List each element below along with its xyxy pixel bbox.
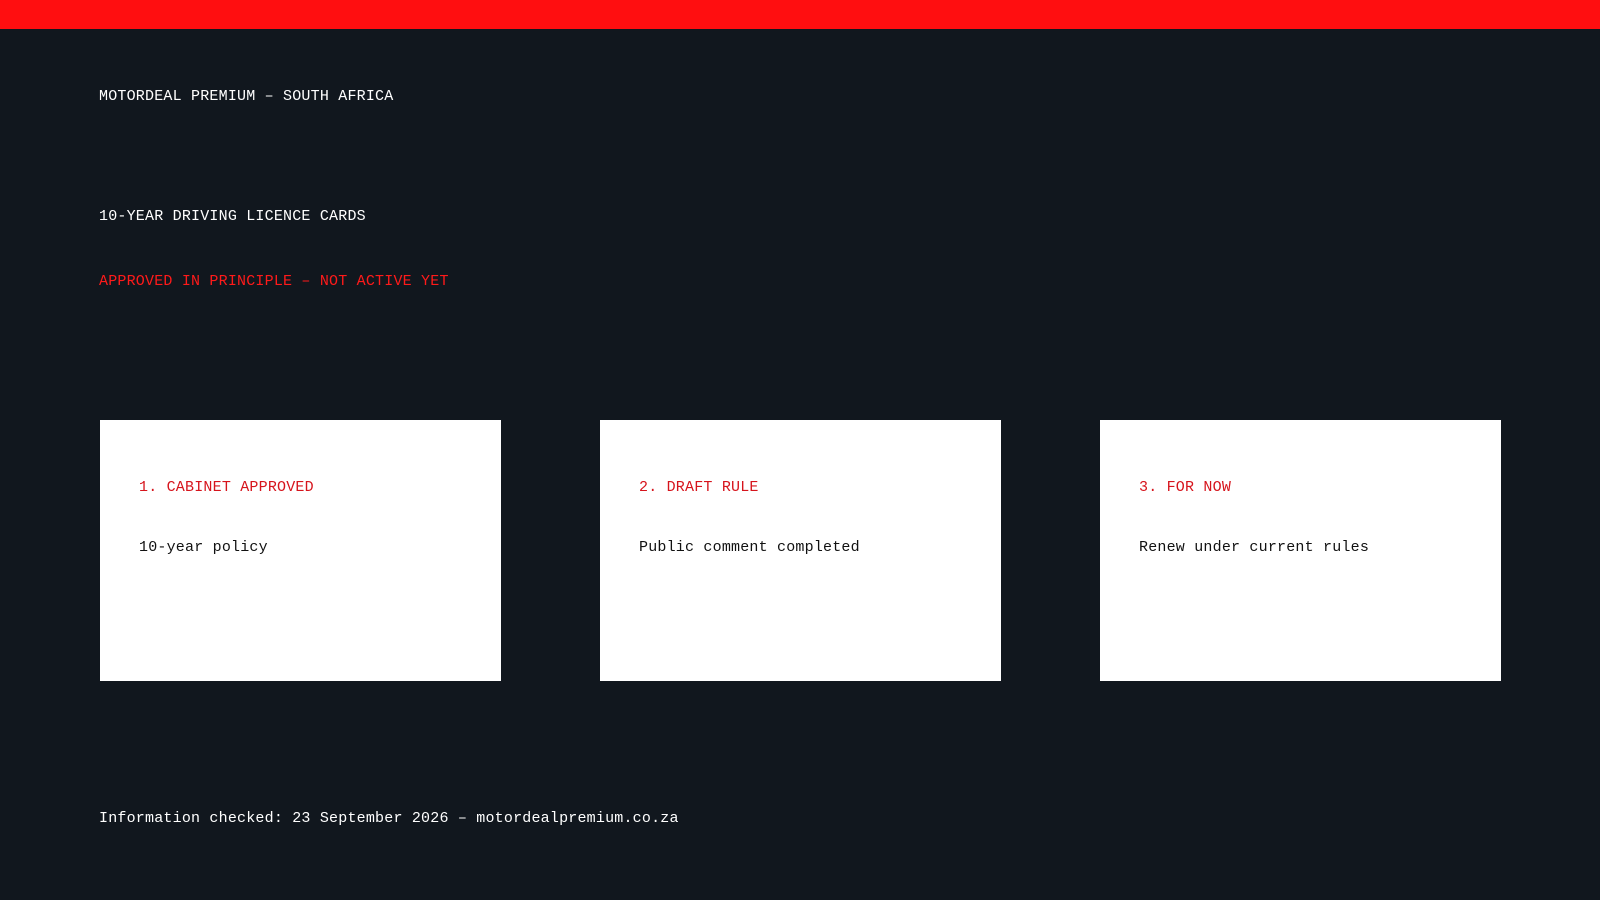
steps-card-list: 1. CABINET APPROVED 10-year policy 2. DR… [100,420,1501,681]
card-body: Public comment completed [639,539,860,556]
step-card-for-now: 3. FOR NOW Renew under current rules [1100,420,1501,681]
card-body: 10-year policy [139,539,268,556]
card-body: Renew under current rules [1139,539,1370,556]
brand-title: MOTORDEAL PREMIUM – SOUTH AFRICA [99,88,394,105]
step-card-draft-rule: 2. DRAFT RULE Public comment completed [600,420,1001,681]
footer-note: Information checked: 23 September 2026 –… [99,810,679,827]
card-title: 1. CABINET APPROVED [139,479,314,496]
status-text: APPROVED IN PRINCIPLE – NOT ACTIVE YET [99,273,449,290]
top-accent-bar [0,0,1600,29]
step-card-cabinet-approved: 1. CABINET APPROVED 10-year policy [100,420,501,681]
card-title: 2. DRAFT RULE [639,479,759,496]
page-title: 10-YEAR DRIVING LICENCE CARDS [99,208,366,225]
card-title: 3. FOR NOW [1139,479,1232,496]
